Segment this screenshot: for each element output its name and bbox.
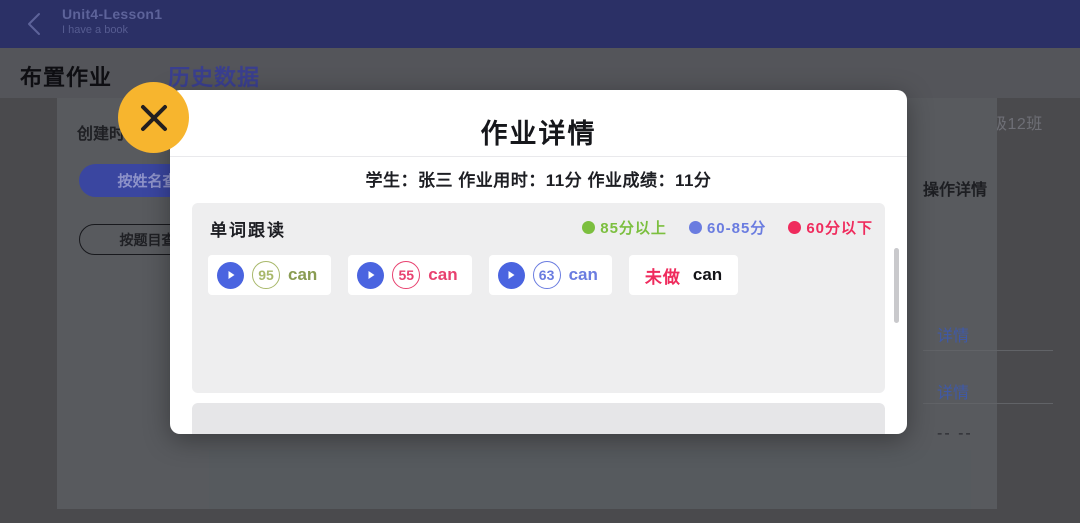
modal-scrollbar[interactable] — [894, 248, 899, 323]
table-row-detail-link[interactable]: 详情 — [937, 313, 1047, 355]
word-label: can — [692, 265, 723, 284]
play-icon[interactable] — [217, 261, 244, 289]
word-card-undone: 未做 can — [628, 255, 739, 295]
word-label: can — [568, 265, 598, 284]
modal-title: 作业详情 — [480, 119, 597, 149]
legend-label-mid: 60-85分 — [706, 220, 767, 237]
play-icon[interactable] — [357, 261, 385, 289]
legend-item-low: 60分以下 — [788, 217, 873, 238]
app-bar: Unit4-Lesson1 I have a book — [0, 0, 1080, 48]
chevron-left-icon[interactable] — [22, 11, 46, 37]
table-row-divider — [923, 403, 1053, 404]
legend-dot-green — [582, 221, 596, 234]
modal-subtitle: 学生：张三 作业用时：11分 作业成绩：11分 — [365, 171, 712, 190]
legend-dot-red — [788, 221, 802, 234]
table-row-detail-link[interactable]: 详情 — [937, 370, 1047, 412]
table-row-divider — [923, 350, 1053, 351]
background-inner-panel — [209, 450, 971, 509]
modal-divider — [170, 156, 907, 157]
word-reading-section: 单词跟读 85分以上 60-85分 60分以下 95 can 55 can 63… — [192, 203, 885, 393]
legend-label-high: 85分以上 — [600, 220, 667, 237]
score-badge: 95 — [252, 261, 280, 289]
word-card[interactable]: 55 can — [348, 255, 472, 295]
word-card-list: 95 can 55 can 63 can 未做 can — [208, 255, 739, 295]
second-section-panel — [192, 403, 885, 434]
table-row-empty: -- -- — [937, 425, 973, 442]
close-icon — [137, 101, 171, 135]
undone-label: 未做 — [644, 267, 681, 287]
lesson-subtitle: I have a book — [62, 24, 129, 36]
tab-history-data[interactable]: 历史数据 — [168, 60, 260, 92]
word-card[interactable]: 95 can — [208, 255, 332, 295]
play-icon[interactable] — [497, 261, 525, 289]
lesson-title: Unit4-Lesson1 — [62, 6, 163, 22]
word-card[interactable]: 63 can — [488, 255, 612, 295]
tab-assign-homework[interactable]: 布置作业 — [20, 60, 112, 92]
legend-item-mid: 60-85分 — [688, 217, 767, 238]
word-label: can — [428, 265, 458, 284]
word-label: can — [288, 265, 318, 284]
score-badge: 55 — [392, 261, 421, 289]
close-button[interactable] — [118, 82, 189, 153]
homework-detail-modal: 作业详情 学生：张三 作业用时：11分 作业成绩：11分 单词跟读 85分以上 … — [170, 90, 907, 434]
legend-dot-blue — [688, 221, 702, 234]
legend-label-low: 60分以下 — [806, 220, 873, 237]
legend-item-high: 85分以上 — [582, 217, 667, 238]
screen: Unit4-Lesson1 I have a book 布置作业 历史数据 三年… — [0, 0, 1080, 523]
score-legend: 85分以上 60-85分 60分以下 — [582, 217, 873, 238]
operation-column-header: 操作详情 — [923, 182, 988, 199]
score-badge: 63 — [532, 261, 561, 289]
section-title: 单词跟读 — [210, 221, 286, 240]
app-bar-titles: Unit4-Lesson1 I have a book — [62, 5, 162, 38]
